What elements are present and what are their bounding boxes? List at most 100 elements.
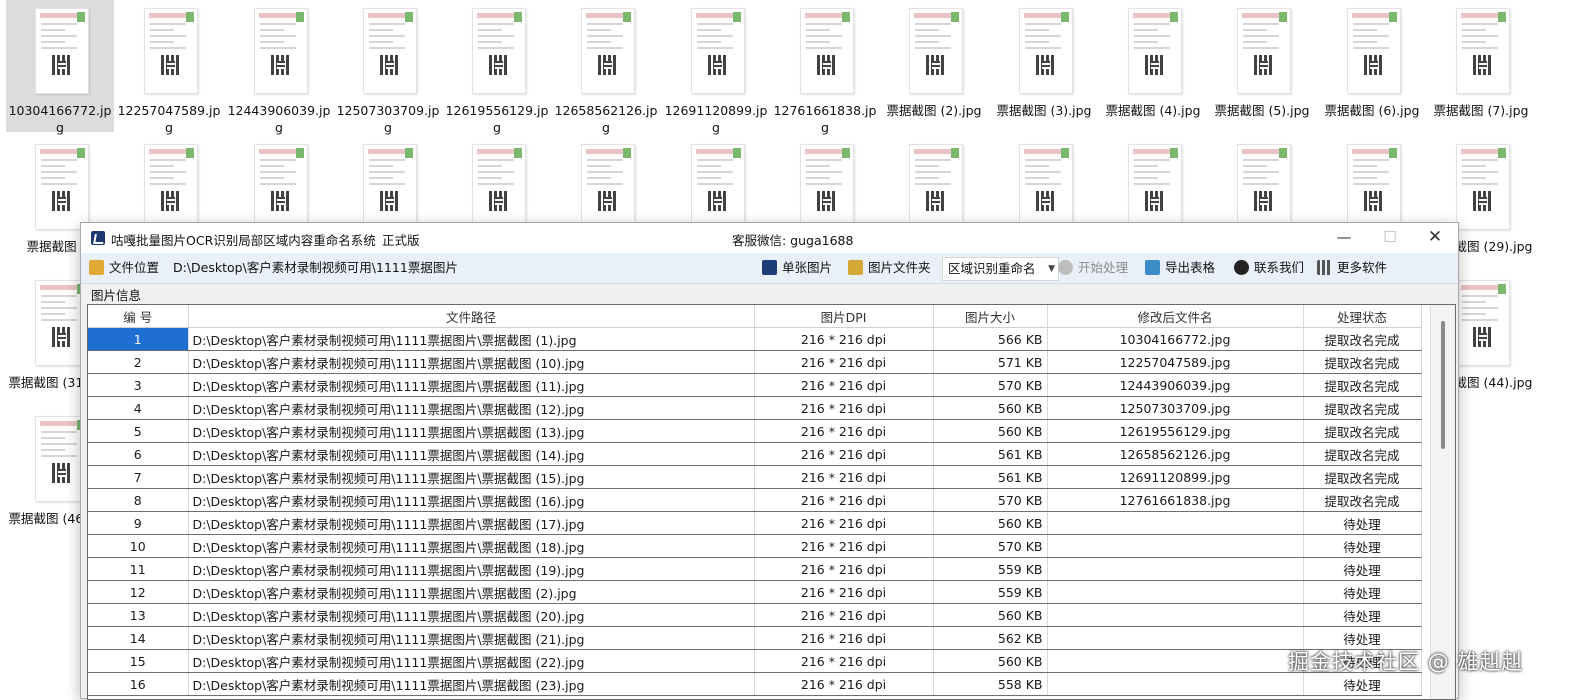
close-button[interactable]: ✕ (1412, 223, 1458, 253)
file-tile[interactable]: 票据截图 (2).jpg (880, 0, 988, 132)
file-tile[interactable]: 12658562126.jpg (552, 0, 660, 135)
table-row[interactable]: 7 D:\Desktop\客户素材录制视频可用\1111票据图片\票据截图 (15… (88, 465, 1422, 489)
thumb-line (41, 301, 65, 303)
file-tile[interactable]: 12619556129.jpg (443, 0, 551, 135)
file-tile[interactable]: 票据截图 (6).jpg (1318, 0, 1426, 132)
table-row[interactable]: 3 D:\Desktop\客户素材录制视频可用\1111票据图片\票据截图 (11… (88, 373, 1422, 397)
file-tile[interactable]: 票据截图 (5).jpg (1208, 0, 1316, 132)
image-thumbnail (254, 8, 308, 94)
minimize-button[interactable]: — (1321, 223, 1367, 253)
maximize-button[interactable]: ☐ (1367, 223, 1413, 253)
table-row[interactable]: 16 D:\Desktop\客户素材录制视频可用\1111票据图片\票据截图 (2… (88, 672, 1422, 696)
thumb-line (1462, 177, 1486, 179)
file-tile[interactable]: 10304166772.jpg (6, 0, 114, 135)
image-icon (762, 260, 777, 275)
file-location-button[interactable]: 文件位置 (89, 257, 159, 279)
contact-us-button[interactable]: 联系我们 (1234, 257, 1304, 279)
thumb-stamp (1498, 12, 1506, 22)
thumb-line (260, 35, 296, 37)
qr-code-icon (161, 191, 181, 211)
path-input[interactable]: D:\Desktop\客户素材录制视频可用\1111票据图片 (169, 257, 757, 279)
thumb-line (1353, 183, 1389, 185)
table-row[interactable]: 5 D:\Desktop\客户素材录制视频可用\1111票据图片\票据截图 (13… (88, 419, 1422, 443)
thumb-line (806, 159, 842, 161)
table-row[interactable]: 12 D:\Desktop\客户素材录制视频可用\1111票据图片\票据截图 (2… (88, 580, 1422, 604)
image-thumbnail (1347, 8, 1401, 94)
table-row[interactable]: 8 D:\Desktop\客户素材录制视频可用\1111票据图片\票据截图 (16… (88, 488, 1422, 512)
row-number: 4 (88, 396, 189, 420)
table-row[interactable]: 9 D:\Desktop\客户素材录制视频可用\1111票据图片\票据截图 (17… (88, 511, 1422, 535)
thumb-line (1025, 165, 1049, 167)
vertical-scrollbar[interactable] (1430, 305, 1455, 699)
single-image-button[interactable]: 单张图片 (762, 257, 832, 279)
table-row[interactable]: 1 D:\Desktop\客户素材录制视频可用\1111票据图片\票据截图 (1)… (88, 327, 1422, 351)
title-bar[interactable]: 咕嘎批量图片OCR识别局部区域内容重命名系统 正式版 客服微信: guga168… (81, 223, 1458, 253)
thumb-line (806, 41, 830, 43)
table-row[interactable]: 15 D:\Desktop\客户素材录制视频可用\1111票据图片\票据截图 (2… (88, 649, 1422, 673)
table-row[interactable]: 6 D:\Desktop\客户素材录制视频可用\1111票据图片\票据截图 (14… (88, 442, 1422, 466)
row-number: 7 (88, 465, 189, 489)
thumb-line (369, 29, 393, 31)
image-dpi: 216 * 216 dpi (754, 649, 934, 673)
table-row[interactable]: 4 D:\Desktop\客户素材录制视频可用\1111票据图片\票据截图 (12… (88, 396, 1422, 420)
table-row[interactable]: 11 D:\Desktop\客户素材录制视频可用\1111票据图片\票据截图 (1… (88, 557, 1422, 581)
table-row[interactable]: 13 D:\Desktop\客户素材录制视频可用\1111票据图片\票据截图 (2… (88, 603, 1422, 627)
thumb-line (1025, 23, 1061, 25)
table-row[interactable]: 14 D:\Desktop\客户素材录制视频可用\1111票据图片\票据截图 (2… (88, 626, 1422, 650)
file-tile[interactable]: 12443906039.jpg (225, 0, 333, 135)
mode-select[interactable]: 区域识别重命名 ▼ (942, 257, 1059, 281)
file-path: D:\Desktop\客户素材录制视频可用\1111票据图片\票据截图 (2).… (188, 580, 755, 604)
image-thumbnail (1128, 144, 1182, 230)
scrollbar-thumb[interactable] (1441, 321, 1445, 449)
qr-code-icon (161, 55, 181, 75)
column-header[interactable]: 处理状态 (1303, 305, 1422, 328)
thumb-line (806, 47, 842, 49)
thumb-line (150, 165, 174, 167)
qr-code-icon (52, 463, 72, 483)
file-tile[interactable]: 票据截图 (3).jpg (990, 0, 1098, 132)
column-header[interactable]: 文件路径 (188, 305, 755, 328)
thumb-line (1462, 307, 1498, 309)
image-dpi: 216 * 216 dpi (754, 488, 934, 512)
thumb-line (41, 177, 65, 179)
thumb-line (41, 437, 65, 439)
export-table-button[interactable]: 导出表格 (1145, 257, 1215, 279)
file-tile[interactable]: 12691120899.jpg (662, 0, 770, 135)
file-name: 12761661838.jpg (773, 103, 877, 135)
file-tile[interactable]: 12257047589.jpg (115, 0, 223, 135)
column-header[interactable]: 图片大小 (933, 305, 1048, 328)
column-header[interactable]: 图片DPI (754, 305, 934, 328)
thumb-stamp (951, 148, 959, 158)
file-tile[interactable]: 12761661838.jpg (771, 0, 879, 135)
thumb-line (1462, 319, 1498, 321)
renamed-filename: 12691120899.jpg (1047, 465, 1304, 489)
thumb-line (915, 159, 951, 161)
row-number: 16 (88, 672, 189, 696)
image-size: 560 KB (933, 649, 1048, 673)
thumb-line (1134, 35, 1170, 37)
column-header[interactable]: 修改后文件名 (1047, 305, 1304, 328)
more-software-button[interactable]: 更多软件 (1317, 257, 1387, 279)
table-row[interactable]: 10 D:\Desktop\客户素材录制视频可用\1111票据图片\票据截图 (1… (88, 534, 1422, 558)
table-row[interactable]: 2 D:\Desktop\客户素材录制视频可用\1111票据图片\票据截图 (10… (88, 350, 1422, 374)
thumb-line (1134, 165, 1158, 167)
image-dpi: 216 * 216 dpi (754, 419, 934, 443)
renamed-filename: 12507303709.jpg (1047, 396, 1304, 420)
thumb-line (1462, 35, 1498, 37)
file-tile[interactable]: 12507303709.jpg (334, 0, 442, 135)
qr-code-icon (380, 191, 400, 211)
file-name: 票据截图 (6).jpg (1324, 103, 1420, 118)
image-folder-button[interactable]: 图片文件夹 (848, 257, 931, 279)
export-table-label: 导出表格 (1165, 260, 1216, 275)
file-tile[interactable]: 票据截图 (4).jpg (1099, 0, 1207, 132)
file-name: 12257047589.jpg (117, 103, 221, 135)
qr-code-icon (1473, 191, 1493, 211)
image-thumbnail (909, 8, 963, 94)
file-tile[interactable]: 票据截图 (7).jpg (1427, 0, 1535, 132)
start-processing-button[interactable]: 开始处理 (1058, 257, 1128, 279)
thumb-line (697, 47, 733, 49)
thumb-line (697, 165, 721, 167)
column-header[interactable]: 编 号 (88, 305, 189, 328)
thumb-line (478, 47, 514, 49)
thumb-line (369, 183, 405, 185)
